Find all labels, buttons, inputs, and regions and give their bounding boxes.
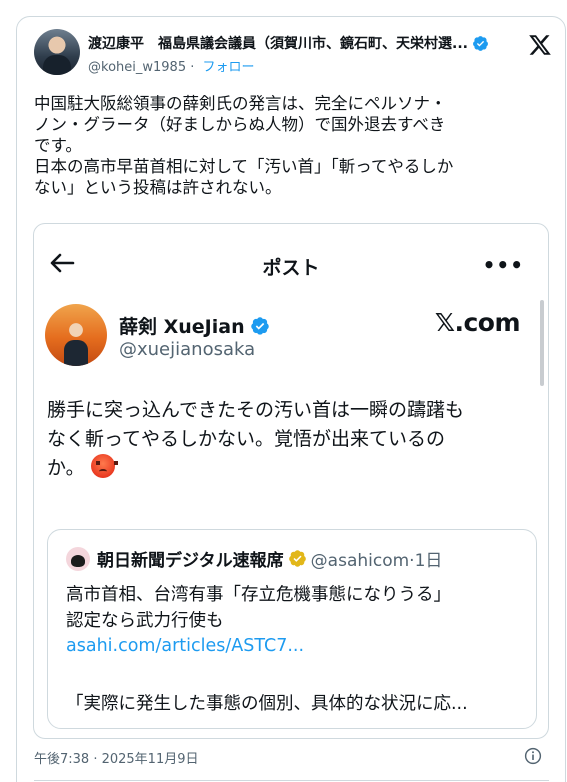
gold-verified-badge-icon	[288, 550, 306, 567]
post-timestamp[interactable]: 午後7:38 · 2025年11月9日	[34, 748, 199, 767]
nested-quote-snippet: 「実際に発生した事態の個別、具体的な状況に応...	[66, 694, 468, 714]
quoted-author-handle: @xuejianosaka	[119, 339, 256, 360]
nested-quote-headline: 高市首相、台湾有事「存立危機事態になりうる」 認定なら武力行使も	[66, 585, 451, 631]
nested-quote-card: 朝日新聞デジタル速報席 @asahicom·1日 高市首相、台湾有事「存立危機事…	[47, 529, 537, 729]
more-options-icon: •••	[482, 253, 524, 277]
author-name[interactable]: 渡辺康平 福島県議会議員（須賀川市、鏡石町、天栄村選...	[88, 33, 468, 53]
x-com-watermark: 𝕏.com	[434, 308, 521, 337]
author-avatar[interactable]	[34, 29, 80, 75]
screenshot-scrollbar	[540, 300, 544, 386]
follow-button[interactable]: フォロー	[203, 60, 255, 75]
angry-face-icon	[90, 454, 115, 478]
nested-quote-avatar	[66, 546, 90, 571]
tweet-text: 中国駐大阪総領事の薛剣氏の発言は、完全にペルソナ・ ノン・グラータ（好ましからぬ…	[34, 94, 454, 197]
x-logo-icon[interactable]	[528, 33, 552, 57]
info-icon[interactable]	[524, 747, 542, 765]
verified-badge-icon	[473, 35, 488, 51]
author-handle-row: @kohei_w1985 · フォロー	[88, 56, 255, 75]
nested-quote-link: asahi.com/articles/ASTC7...	[66, 636, 305, 656]
quoted-author-name: 薛剣 XueJian	[119, 316, 245, 338]
tweet-card[interactable]: 渡辺康平 福島県議会議員（須賀川市、鏡石町、天栄村選... @kohei_w19…	[16, 16, 566, 782]
quoted-author-name-row: 薛剣 XueJian	[119, 312, 270, 339]
nested-quote-handle-time: @asahicom·1日	[310, 551, 443, 571]
quoted-author-avatar	[45, 304, 107, 366]
footer-divider	[34, 780, 549, 781]
screenshot-top-bar: ポスト •••	[34, 224, 548, 286]
embedded-screenshot[interactable]: ポスト ••• 薛剣 XueJian @xuejianosaka 𝕏.com 勝…	[33, 223, 549, 739]
tweet-header: 渡辺康平 福島県議会議員（須賀川市、鏡石町、天栄村選... @kohei_w19…	[34, 29, 554, 85]
nested-quote-name: 朝日新聞デジタル速報席	[97, 551, 284, 571]
nested-quote-header: 朝日新聞デジタル速報席 @asahicom·1日	[66, 546, 442, 571]
handle-separator: ·	[190, 60, 195, 75]
verified-badge-icon	[250, 316, 269, 335]
author-name-row: 渡辺康平 福島県議会議員（須賀川市、鏡石町、天栄村選...	[88, 33, 498, 53]
author-handle[interactable]: @kohei_w1985	[88, 60, 186, 75]
screenshot-bar-title: ポスト	[262, 257, 320, 279]
quoted-post-text: 勝手に突っ込んできたその汚い首は一瞬の躊躇も なく斬ってやるしかない。覚悟が出来…	[47, 396, 535, 483]
